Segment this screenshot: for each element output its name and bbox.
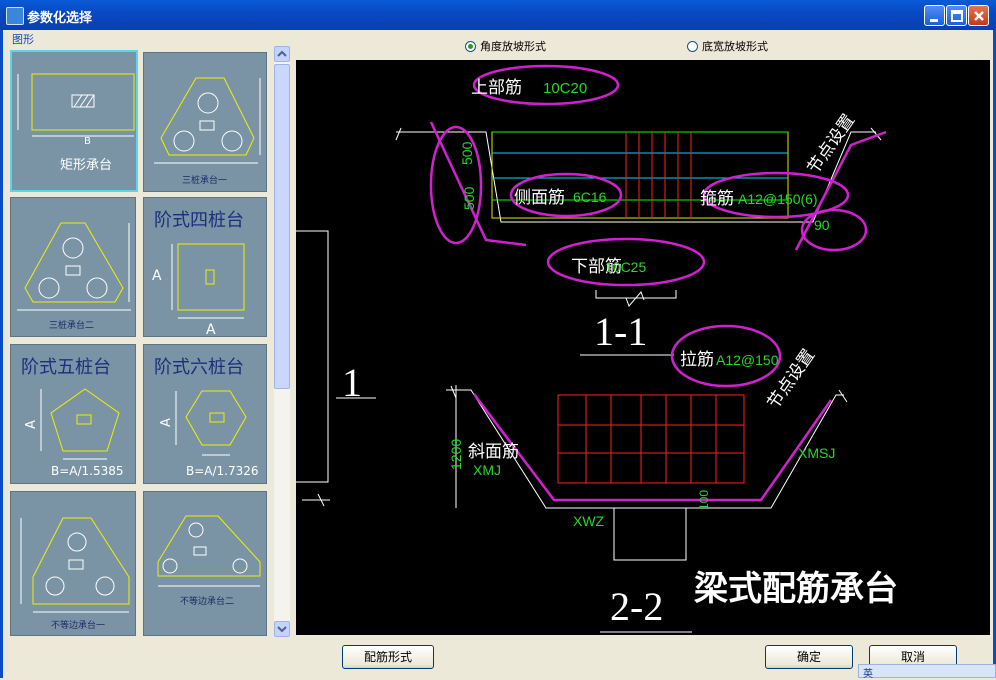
formula: B=A/1.7326 bbox=[186, 464, 259, 478]
thumb-label: 不等边承台二 bbox=[180, 595, 234, 607]
width-slope-option[interactable]: 底宽放坡形式 bbox=[687, 38, 768, 54]
title-bar: 参数化选择 bbox=[0, 0, 996, 30]
minimize-button[interactable] bbox=[924, 5, 945, 26]
side-rebar-value: 6C16 bbox=[573, 189, 607, 205]
thumb-label: 阶式五桩台 bbox=[21, 357, 111, 378]
chevron-down-icon bbox=[277, 626, 287, 633]
dim-90: 90 bbox=[814, 217, 830, 233]
app-icon bbox=[6, 7, 24, 25]
thumb-rect-cap[interactable]: B 矩形承台 bbox=[10, 50, 138, 192]
thumb-label: 三桩承台二 bbox=[49, 319, 94, 331]
angle-slope-label: 角度放坡形式 bbox=[480, 40, 546, 53]
shape-gallery: B 矩形承台 三桩承台一 三桩承台二 阶式四桩台 A A 阶式五桩台 A B=A… bbox=[10, 46, 272, 636]
rect-cap-shape: B 矩形承台 bbox=[17, 73, 135, 173]
section-2-2-label: 2-2 bbox=[610, 584, 663, 629]
xmj-label: XMJ bbox=[473, 462, 501, 478]
ime-tray[interactable]: 英 bbox=[858, 664, 996, 680]
thumb-label: 矩形承台 bbox=[60, 158, 112, 173]
dim-a: A bbox=[159, 418, 174, 427]
dim-1200: 1200 bbox=[448, 439, 464, 470]
thumb-unequal-2[interactable]: 不等边承台二 bbox=[143, 491, 267, 636]
angle-slope-radio[interactable] bbox=[465, 40, 476, 52]
slope-rebar-name: 斜面筋 bbox=[468, 442, 519, 461]
dim-a-vertical: A bbox=[152, 268, 162, 284]
ime-language: 英 bbox=[863, 669, 873, 680]
thumb-three-pile-2[interactable]: 三桩承台二 bbox=[10, 197, 136, 337]
thumb-label: 阶式四桩台 bbox=[154, 210, 244, 231]
three-pile-2-shape: 三桩承台二 bbox=[17, 222, 131, 331]
drawing-caption: 梁式配筋承台 bbox=[694, 570, 898, 608]
group-label: 图形 bbox=[12, 33, 34, 46]
width-slope-label: 底宽放坡形式 bbox=[702, 40, 768, 53]
gallery-scrollbar[interactable] bbox=[274, 46, 290, 637]
thumb-step-six-pile[interactable]: 阶式六桩台 A B=A/1.7326 bbox=[143, 344, 267, 484]
close-button[interactable] bbox=[968, 5, 989, 26]
scroll-thumb[interactable] bbox=[274, 64, 290, 389]
cad-drawing: 1 上部筋 10C20 500 500 侧面筋 6C16 箍筋 A12@150(… bbox=[296, 64, 898, 633]
formula: B=A/1.5385 bbox=[51, 464, 124, 478]
stirrup-name: 箍筋 bbox=[700, 189, 734, 208]
step-four-pile-shape: 阶式四桩台 A A bbox=[152, 210, 245, 338]
tie-value: A12@150 bbox=[716, 352, 779, 368]
scroll-down-button[interactable] bbox=[274, 621, 290, 637]
stirrup-value: A12@150(6) bbox=[738, 191, 818, 207]
node-setting-1: 节点设置 bbox=[804, 111, 859, 178]
angle-slope-option[interactable]: 角度放坡形式 bbox=[465, 38, 546, 54]
dim-500-lower: 500 bbox=[461, 186, 477, 210]
maximize-button[interactable] bbox=[946, 5, 967, 26]
thumb-label: 阶式六桩台 bbox=[154, 357, 244, 378]
step-five-pile-shape: 阶式五桩台 A B=A/1.5385 bbox=[21, 357, 124, 478]
thumb-label: 三桩承台一 bbox=[182, 174, 227, 186]
width-slope-radio[interactable] bbox=[687, 40, 698, 52]
rebar-form-button[interactable]: 配筋形式 bbox=[342, 645, 434, 669]
thumb-step-five-pile[interactable]: 阶式五桩台 A B=A/1.5385 bbox=[10, 344, 136, 484]
rect-dim-b: B bbox=[84, 136, 91, 147]
dim-500-upper: 500 bbox=[459, 141, 475, 165]
section-1-1-label: 1-1 bbox=[594, 309, 647, 354]
ok-button[interactable]: 确定 bbox=[765, 645, 853, 669]
xwz-label: XWZ bbox=[573, 513, 605, 529]
maximize-icon bbox=[951, 10, 963, 22]
close-icon bbox=[974, 11, 984, 21]
thumb-step-four-pile[interactable]: 阶式四桩台 A A bbox=[143, 197, 267, 338]
dim-100: 100 bbox=[697, 490, 711, 510]
xmsj-label: XMSJ bbox=[798, 445, 835, 461]
cad-preview: 1 上部筋 10C20 500 500 侧面筋 6C16 箍筋 A12@150(… bbox=[296, 60, 990, 635]
top-rebar-name: 上部筋 bbox=[471, 78, 522, 97]
unequal-2-shape: 不等边承台二 bbox=[157, 515, 261, 607]
top-rebar-value: 10C20 bbox=[543, 80, 587, 97]
unequal-1-shape: 不等边承台一 bbox=[20, 517, 130, 631]
bottom-rebar-value: 10C25 bbox=[605, 259, 646, 275]
minimize-icon bbox=[930, 19, 938, 22]
chevron-up-icon bbox=[277, 50, 287, 57]
dim-a-horizontal: A bbox=[206, 322, 216, 338]
dim-a: A bbox=[24, 420, 39, 429]
tie-name: 拉筋 bbox=[680, 350, 714, 369]
thumb-label: 不等边承台一 bbox=[51, 619, 105, 631]
window-title: 参数化选择 bbox=[27, 11, 93, 26]
three-pile-1-shape: 三桩承台一 bbox=[154, 77, 261, 186]
step-six-pile-shape: 阶式六桩台 A B=A/1.7326 bbox=[154, 357, 259, 478]
scroll-up-button[interactable] bbox=[274, 46, 290, 62]
side-rebar-name: 侧面筋 bbox=[514, 188, 565, 207]
thumb-unequal-1[interactable]: 不等边承台一 bbox=[10, 491, 136, 636]
thumb-three-pile-1[interactable]: 三桩承台一 bbox=[143, 52, 267, 192]
